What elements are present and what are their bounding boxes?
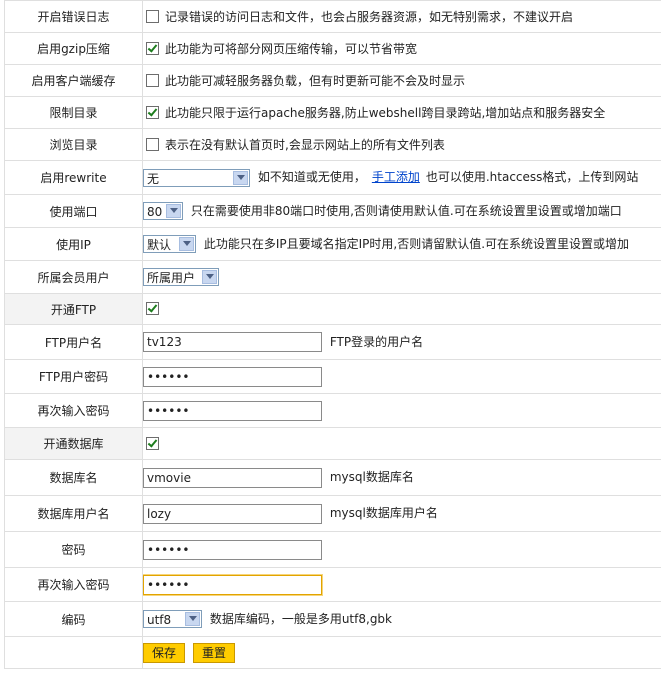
rewrite-select[interactable]: 无: [143, 168, 250, 187]
ftp-pass2-input[interactable]: ••••••: [143, 400, 322, 421]
client-cache-desc: 此功能可减轻服务器负载，但有时更新可能不会及时显示: [165, 74, 466, 88]
rewrite-desc-after: 也可以使用.htaccess格式，上传到网站: [425, 170, 639, 185]
ftp-user-hint: FTP登录的用户名: [329, 334, 424, 349]
row-client-cache: 启用客户端缓存 此功能可减轻服务器负载，但有时更新可能不会及时显示: [4, 64, 661, 97]
reset-button[interactable]: 重置: [193, 642, 236, 663]
chevron-down-icon: [233, 170, 248, 185]
ftp-pass-input[interactable]: ••••••: [143, 366, 322, 387]
ftp-enable-checkbox[interactable]: [146, 302, 159, 315]
ip-desc: 此功能只在多IP且要域名指定IP时用,否则请留默认值.可在系统设置里设置或增加: [203, 236, 630, 251]
db-user-label: 数据库用户名: [4, 495, 143, 532]
row-restrict-dir: 限制目录 此功能只限于运行apache服务器,防止webshell跨目录跨站,增…: [4, 96, 661, 129]
ftp-pass-label: FTP用户密码: [4, 359, 143, 394]
chevron-down-icon: [202, 270, 217, 284]
rewrite-selected: 无: [147, 171, 160, 186]
site-settings-form: 开启错误日志 记录错误的访问日志和文件，也会占服务器资源，如无特别需求，不建议开…: [4, 0, 661, 669]
browse-dir-checkbox[interactable]: [146, 138, 159, 151]
rewrite-label: 启用rewrite: [4, 160, 143, 195]
row-ftp-pass2: 再次输入密码 ••••••: [4, 393, 661, 428]
gzip-desc: 此功能为可将部分网页压缩传输，可以节省带宽: [165, 42, 418, 56]
db-name-input[interactable]: vmovie: [143, 467, 322, 488]
row-db-user: 数据库用户名 lozy mysql数据库用户名: [4, 495, 661, 532]
ip-label: 使用IP: [4, 227, 143, 261]
encoding-desc: 数据库编码，一般是多用utf8,gbk: [209, 611, 392, 626]
row-actions: 保存 重置: [4, 636, 661, 669]
chevron-down-icon: [185, 612, 200, 627]
browse-dir-desc: 表示在没有默认首页时,会显示网站上的所有文件列表: [165, 138, 445, 152]
row-db-pass: 密码 ••••••: [4, 531, 661, 568]
ftp-user-input[interactable]: tv123: [143, 332, 322, 352]
encoding-selected: utf8: [147, 613, 172, 628]
row-owner: 所属会员用户 所属用户: [4, 260, 661, 294]
error-log-desc: 记录错误的访问日志和文件，也会占服务器资源，如无特别需求，不建议开启: [165, 10, 574, 24]
encoding-select[interactable]: utf8: [143, 610, 202, 629]
db-name-hint: mysql数据库名: [329, 470, 414, 484]
ftp-user-label: FTP用户名: [4, 324, 143, 360]
error-log-label: 开启错误日志: [4, 0, 143, 33]
row-ftp-user: FTP用户名 tv123 FTP登录的用户名: [4, 324, 661, 360]
gzip-checkbox[interactable]: [146, 42, 159, 55]
client-cache-checkbox[interactable]: [146, 74, 159, 87]
port-label: 使用端口: [4, 194, 143, 228]
ip-selected: 默认: [147, 238, 172, 253]
chevron-down-icon: [179, 237, 194, 252]
actions-label-cell: [4, 636, 143, 669]
row-db-name: 数据库名 vmovie mysql数据库名: [4, 459, 661, 496]
ip-select[interactable]: 默认: [143, 235, 196, 254]
db-enable-checkbox[interactable]: [146, 436, 159, 450]
port-selected: 80: [147, 205, 163, 220]
row-browse-dir: 浏览目录 表示在没有默认首页时,会显示网站上的所有文件列表: [4, 128, 661, 161]
db-enable-label: 开通数据库: [4, 427, 143, 460]
row-port: 使用端口 80 只在需要使用非80端口时使用,否则请使用默认值.可在系统设置里设…: [4, 194, 661, 228]
client-cache-label: 启用客户端缓存: [4, 64, 143, 97]
db-name-label: 数据库名: [4, 459, 143, 496]
port-select[interactable]: 80: [143, 202, 183, 221]
restrict-dir-label: 限制目录: [4, 96, 143, 129]
rewrite-desc-before: 如不知道或无使用，: [257, 170, 366, 185]
save-button[interactable]: 保存: [143, 642, 186, 663]
restrict-dir-desc: 此功能只限于运行apache服务器,防止webshell跨目录跨站,增加站点和服…: [165, 106, 606, 120]
port-desc: 只在需要使用非80端口时使用,否则请使用默认值.可在系统设置里设置或增加端口: [190, 203, 622, 218]
browse-dir-label: 浏览目录: [4, 128, 143, 161]
row-db-pass2: 再次输入密码 ••••••: [4, 567, 661, 602]
row-ftp-pass: FTP用户密码 ••••••: [4, 359, 661, 394]
row-gzip: 启用gzip压缩 此功能为可将部分网页压缩传输，可以节省带宽: [4, 32, 661, 65]
gzip-label: 启用gzip压缩: [4, 32, 143, 65]
error-log-checkbox[interactable]: [146, 10, 159, 23]
owner-label: 所属会员用户: [4, 260, 143, 294]
owner-selected: 所属用户: [147, 271, 196, 285]
ftp-pass2-label: 再次输入密码: [4, 393, 143, 428]
restrict-dir-checkbox[interactable]: [146, 106, 159, 119]
row-db-enable: 开通数据库: [4, 427, 661, 460]
ftp-enable-label: 开通FTP: [4, 293, 143, 325]
db-pass2-input[interactable]: ••••••: [143, 574, 322, 595]
encoding-label: 编码: [4, 601, 143, 637]
db-pass-label: 密码: [4, 531, 143, 568]
db-pass2-label: 再次输入密码: [4, 567, 143, 602]
db-user-input[interactable]: lozy: [143, 503, 322, 524]
chevron-down-icon: [166, 204, 181, 219]
row-error-log: 开启错误日志 记录错误的访问日志和文件，也会占服务器资源，如无特别需求，不建议开…: [4, 0, 661, 33]
row-ip: 使用IP 默认 此功能只在多IP且要域名指定IP时用,否则请留默认值.可在系统设…: [4, 227, 661, 261]
manual-add-link[interactable]: 手工添加: [372, 170, 420, 184]
row-encoding: 编码 utf8 数据库编码，一般是多用utf8,gbk: [4, 601, 661, 637]
row-ftp-enable: 开通FTP: [4, 293, 661, 325]
row-rewrite: 启用rewrite 无 如不知道或无使用， 手工添加 也可以使用.htaccess格…: [4, 160, 661, 195]
db-user-hint: mysql数据库用户名: [329, 506, 438, 520]
db-pass-input[interactable]: ••••••: [143, 539, 322, 560]
owner-select[interactable]: 所属用户: [143, 268, 219, 286]
